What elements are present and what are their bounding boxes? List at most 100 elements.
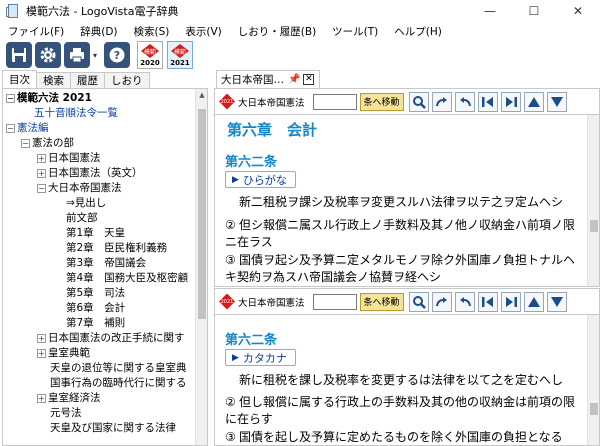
- tree-item[interactable]: 天皇及び国家に関する法律: [37, 421, 176, 436]
- tree-item[interactable]: − 模範六法 2021: [6, 91, 92, 106]
- print-dropdown-arrow-icon[interactable]: ▾: [93, 51, 101, 60]
- upper-document-pane: 2021 大日本帝国憲法 条へ移動 第六章 会計 第六二条 ▶ ひらがな 新二租税…: [214, 88, 600, 287]
- maximize-button[interactable]: ☐: [512, 0, 556, 22]
- scroll-up-icon[interactable]: ▲: [196, 89, 207, 101]
- expand-icon[interactable]: +: [37, 348, 46, 358]
- tab-bookmarks[interactable]: しおり: [104, 72, 150, 88]
- book-2020-button[interactable]: 模範 2020: [137, 41, 163, 69]
- close-button[interactable]: ✕: [556, 0, 600, 22]
- tree-item[interactable]: − 憲法編: [6, 121, 49, 136]
- forward-jump-button[interactable]: [431, 91, 452, 112]
- menu-tools[interactable]: ツール(T): [324, 24, 386, 39]
- tree-item[interactable]: + 日本国憲法の改正手続に関す: [37, 331, 185, 346]
- go-to-article-button[interactable]: 条へ移動: [359, 292, 404, 311]
- tree-item[interactable]: 前文部: [53, 211, 98, 226]
- go-to-article-button[interactable]: 条へ移動: [359, 92, 404, 111]
- collapse-icon[interactable]: −: [6, 123, 15, 133]
- tree-item-label: 第5章 司法: [66, 287, 126, 299]
- tree-item[interactable]: + 日本国憲法（英文）: [37, 166, 143, 181]
- settings-button[interactable]: [35, 42, 61, 68]
- back-jump-button[interactable]: [454, 291, 475, 312]
- expand-icon[interactable]: +: [37, 333, 46, 343]
- scroll-up-button[interactable]: [523, 291, 544, 312]
- collapse-icon[interactable]: −: [21, 138, 30, 148]
- next-article-button[interactable]: [500, 91, 521, 112]
- book-seal-icon: 模範: [141, 44, 159, 58]
- svg-text:?: ?: [114, 49, 120, 62]
- search-button[interactable]: [408, 291, 429, 312]
- tree-item[interactable]: 五十音順法令一覧: [21, 106, 118, 121]
- collapse-icon[interactable]: −: [6, 93, 15, 103]
- paragraph-number: ③: [225, 430, 236, 444]
- tree-item[interactable]: 元号法: [37, 406, 82, 421]
- upper-pane-scroll-thumb[interactable]: [590, 220, 598, 232]
- article-number-input[interactable]: [312, 293, 357, 310]
- print-button[interactable]: [64, 42, 90, 68]
- scroll-up-button[interactable]: [523, 91, 544, 112]
- pane-header: 2021 大日本帝国憲法 条へ移動: [215, 289, 599, 315]
- tree-item[interactable]: 天皇の退位等に関する皇室典: [37, 361, 187, 376]
- tree-scrollbar[interactable]: ▲: [195, 89, 207, 445]
- tree-item[interactable]: + 日本国憲法: [37, 151, 101, 166]
- tree-item[interactable]: 第5章 司法: [53, 286, 125, 301]
- lower-pane-scrollbar[interactable]: [587, 315, 599, 445]
- tree-item-label: 第7章 補則: [66, 317, 126, 329]
- toolbar: ▾ ? 模範 2020 模範 2021: [0, 40, 600, 70]
- menu-bookmarks-history[interactable]: しおり・履歴(B): [230, 24, 324, 39]
- tree-item-label: 五十音順法令一覧: [34, 107, 118, 119]
- search-icon: [412, 95, 426, 109]
- tree-item[interactable]: 第3章 帝国議会: [53, 256, 146, 271]
- search-button[interactable]: [408, 91, 429, 112]
- book-year: 2021: [170, 59, 190, 67]
- tree-item[interactable]: 国事行為の臨時代行に関する: [37, 376, 187, 391]
- tab-contents[interactable]: 目次: [2, 70, 37, 88]
- tree-scroll-thumb[interactable]: [198, 109, 206, 319]
- book-2021-button[interactable]: 模範 2021: [167, 41, 193, 69]
- paragraph-1: 新に租税を課し及税率を変更するは法律を以て之を定むへし: [225, 372, 581, 389]
- expand-icon[interactable]: +: [37, 393, 46, 403]
- menu-file[interactable]: ファイル(F): [0, 24, 72, 39]
- article-number-input[interactable]: [312, 93, 357, 110]
- forward-jump-button[interactable]: [431, 291, 452, 312]
- minimize-button[interactable]: —: [468, 0, 512, 22]
- katakana-toggle-button[interactable]: ▶ カタカナ: [225, 349, 296, 366]
- menu-dictionary[interactable]: 辞典(D): [72, 24, 125, 39]
- tree-item-label: 大日本帝国憲法: [48, 182, 122, 194]
- help-button[interactable]: ?: [104, 42, 130, 68]
- tree-item[interactable]: + 皇室典範: [37, 346, 90, 361]
- tree-item[interactable]: ⇒見出し: [53, 196, 106, 211]
- document-tab[interactable]: 大日本帝国… 📌 ✕: [216, 70, 320, 88]
- tree-item[interactable]: 第2章 臣民権利義務: [53, 241, 167, 256]
- expand-icon[interactable]: +: [37, 153, 46, 163]
- save-button[interactable]: [6, 42, 32, 68]
- tree-item[interactable]: 第1章 天皇: [53, 226, 125, 241]
- tree-item-label: ⇒見出し: [66, 197, 107, 209]
- upper-pane-scrollbar[interactable]: [587, 115, 599, 286]
- tree-item[interactable]: − 大日本帝国憲法: [37, 181, 122, 196]
- close-tab-icon[interactable]: ✕: [303, 74, 315, 85]
- collapse-icon[interactable]: −: [37, 183, 46, 193]
- tree-item[interactable]: − 憲法の部: [21, 136, 74, 151]
- previous-article-button[interactable]: [477, 291, 498, 312]
- pane-book-title: 大日本帝国憲法: [238, 97, 305, 109]
- menu-help[interactable]: ヘルプ(H): [386, 24, 450, 39]
- tab-search[interactable]: 検索: [36, 72, 71, 88]
- tab-history[interactable]: 履歴: [70, 72, 105, 88]
- tree-item[interactable]: + 皇室経済法: [37, 391, 101, 406]
- expand-icon[interactable]: +: [37, 168, 46, 178]
- tree-item[interactable]: 第6章 会計: [53, 301, 125, 316]
- scroll-down-button[interactable]: [546, 91, 567, 112]
- next-article-button[interactable]: [500, 291, 521, 312]
- back-jump-button[interactable]: [454, 91, 475, 112]
- hiragana-toggle-button[interactable]: ▶ ひらがな: [225, 171, 296, 188]
- menu-search[interactable]: 検索(S): [126, 24, 178, 39]
- tree-item[interactable]: 第7章 補則: [53, 316, 125, 331]
- curved-arrow-right-icon: [435, 96, 447, 106]
- previous-article-button[interactable]: [477, 91, 498, 112]
- tree-item[interactable]: 第4章 国務大臣及枢密顧: [53, 271, 188, 286]
- lower-pane-scroll-thumb[interactable]: [590, 403, 598, 415]
- pin-icon[interactable]: 📌: [288, 74, 300, 85]
- scroll-down-button[interactable]: [546, 291, 567, 312]
- menu-view[interactable]: 表示(V): [177, 24, 229, 39]
- book-seal-icon: 2021: [219, 93, 235, 110]
